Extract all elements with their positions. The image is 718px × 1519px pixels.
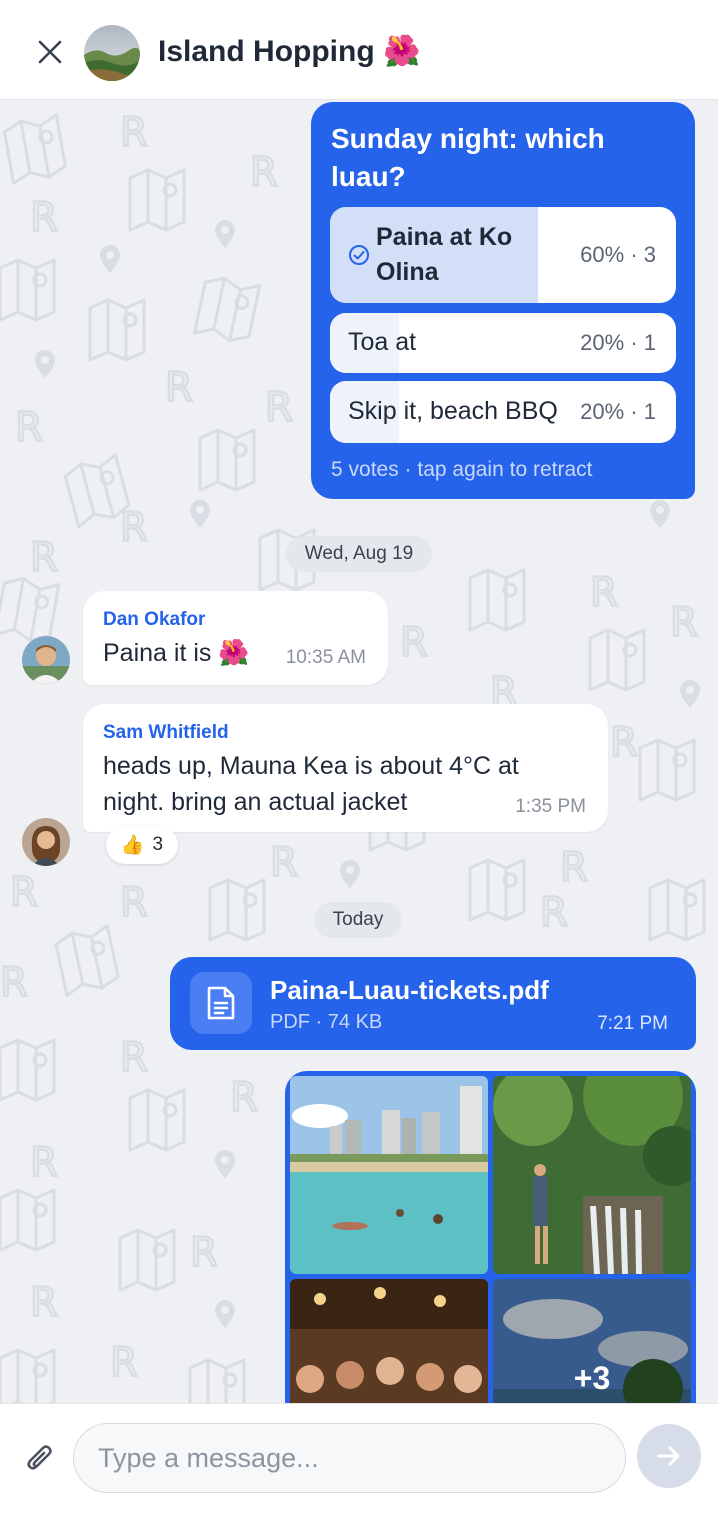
- poll-option-1[interactable]: Paina at Ko Olina 60% · 3: [330, 207, 676, 303]
- reaction-count: 3: [152, 834, 164, 855]
- poll-option-stat: 20% · 1: [580, 399, 656, 424]
- chat-header: Island Hopping 🌺: [0, 0, 718, 100]
- message-list[interactable]: R Sunday night: which luau? Paina at Ko …: [0, 100, 718, 1403]
- file-meta: PDF · 74 KB: [270, 1011, 383, 1033]
- document-icon: [190, 972, 252, 1034]
- thumbs-up-icon: 👍: [120, 835, 145, 856]
- poll-option-stat: 20% · 1: [580, 330, 656, 355]
- message-time: 7:21 PM: [597, 1013, 668, 1034]
- reaction-chip[interactable]: 👍 3: [106, 826, 178, 864]
- poll-option-2[interactable]: Toa at 20% · 1: [330, 313, 676, 373]
- close-button[interactable]: [30, 32, 70, 72]
- poll-option-label: Paina at Ko Olina: [376, 223, 513, 286]
- message-text: heads up, Mauna Kea is about 4°C at nigh…: [103, 752, 519, 816]
- poll-option-3[interactable]: Skip it, beach BBQ 20% · 1: [330, 381, 676, 443]
- paperclip-icon: [27, 1445, 52, 1470]
- photo-thumbnail-luau[interactable]: [290, 1279, 488, 1403]
- file-name: Paina-Luau-tickets.pdf: [270, 975, 549, 1005]
- message-bubble[interactable]: Sam Whitfield heads up, Mauna Kea is abo…: [83, 704, 608, 832]
- photo-thumbnail-waterfall[interactable]: [493, 1076, 691, 1274]
- message-composer: [0, 1403, 718, 1519]
- poll-option-stat: 60% · 3: [580, 242, 656, 267]
- send-button[interactable]: [637, 1424, 701, 1488]
- date-separator: Today: [314, 902, 402, 938]
- message-bubble[interactable]: Dan Okafor Paina it is 🌺 10:35 AM: [83, 591, 388, 685]
- message-time: 1:35 PM: [515, 796, 586, 817]
- sender-name: Sam Whitfield: [103, 722, 229, 743]
- poll-option-label: Skip it, beach BBQ: [348, 397, 558, 425]
- photo-thumbnail-more[interactable]: +3: [493, 1279, 691, 1403]
- avatar-dan[interactable]: [22, 636, 70, 684]
- message-text: Paina it is 🌺: [103, 639, 250, 667]
- poll-question: Sunday night: which luau?: [331, 123, 605, 192]
- check-circle-icon: [349, 245, 369, 265]
- message-input[interactable]: [73, 1423, 626, 1493]
- poll-card: Sunday night: which luau? Paina at Ko Ol…: [311, 102, 695, 499]
- date-separator: Wed, Aug 19: [286, 536, 432, 572]
- photo-thumbnail-beach[interactable]: [290, 1076, 488, 1274]
- sender-name: Dan Okafor: [103, 609, 206, 630]
- chat-title: Island Hopping 🌺: [158, 35, 421, 68]
- attach-button[interactable]: [20, 1436, 60, 1480]
- send-arrow-icon: [657, 1446, 680, 1466]
- poll-option-label: Toa at: [348, 328, 417, 356]
- group-avatar[interactable]: [84, 25, 140, 81]
- file-message[interactable]: Paina-Luau-tickets.pdf PDF · 74 KB 7:21 …: [170, 957, 696, 1050]
- message-time: 10:35 AM: [285, 647, 366, 668]
- poll-footer: 5 votes · tap again to retract: [331, 458, 593, 481]
- avatar-sam[interactable]: [22, 818, 70, 866]
- more-photos-count: +3: [493, 1279, 691, 1403]
- close-icon: [38, 40, 62, 64]
- photo-gallery: +3: [285, 1071, 696, 1403]
